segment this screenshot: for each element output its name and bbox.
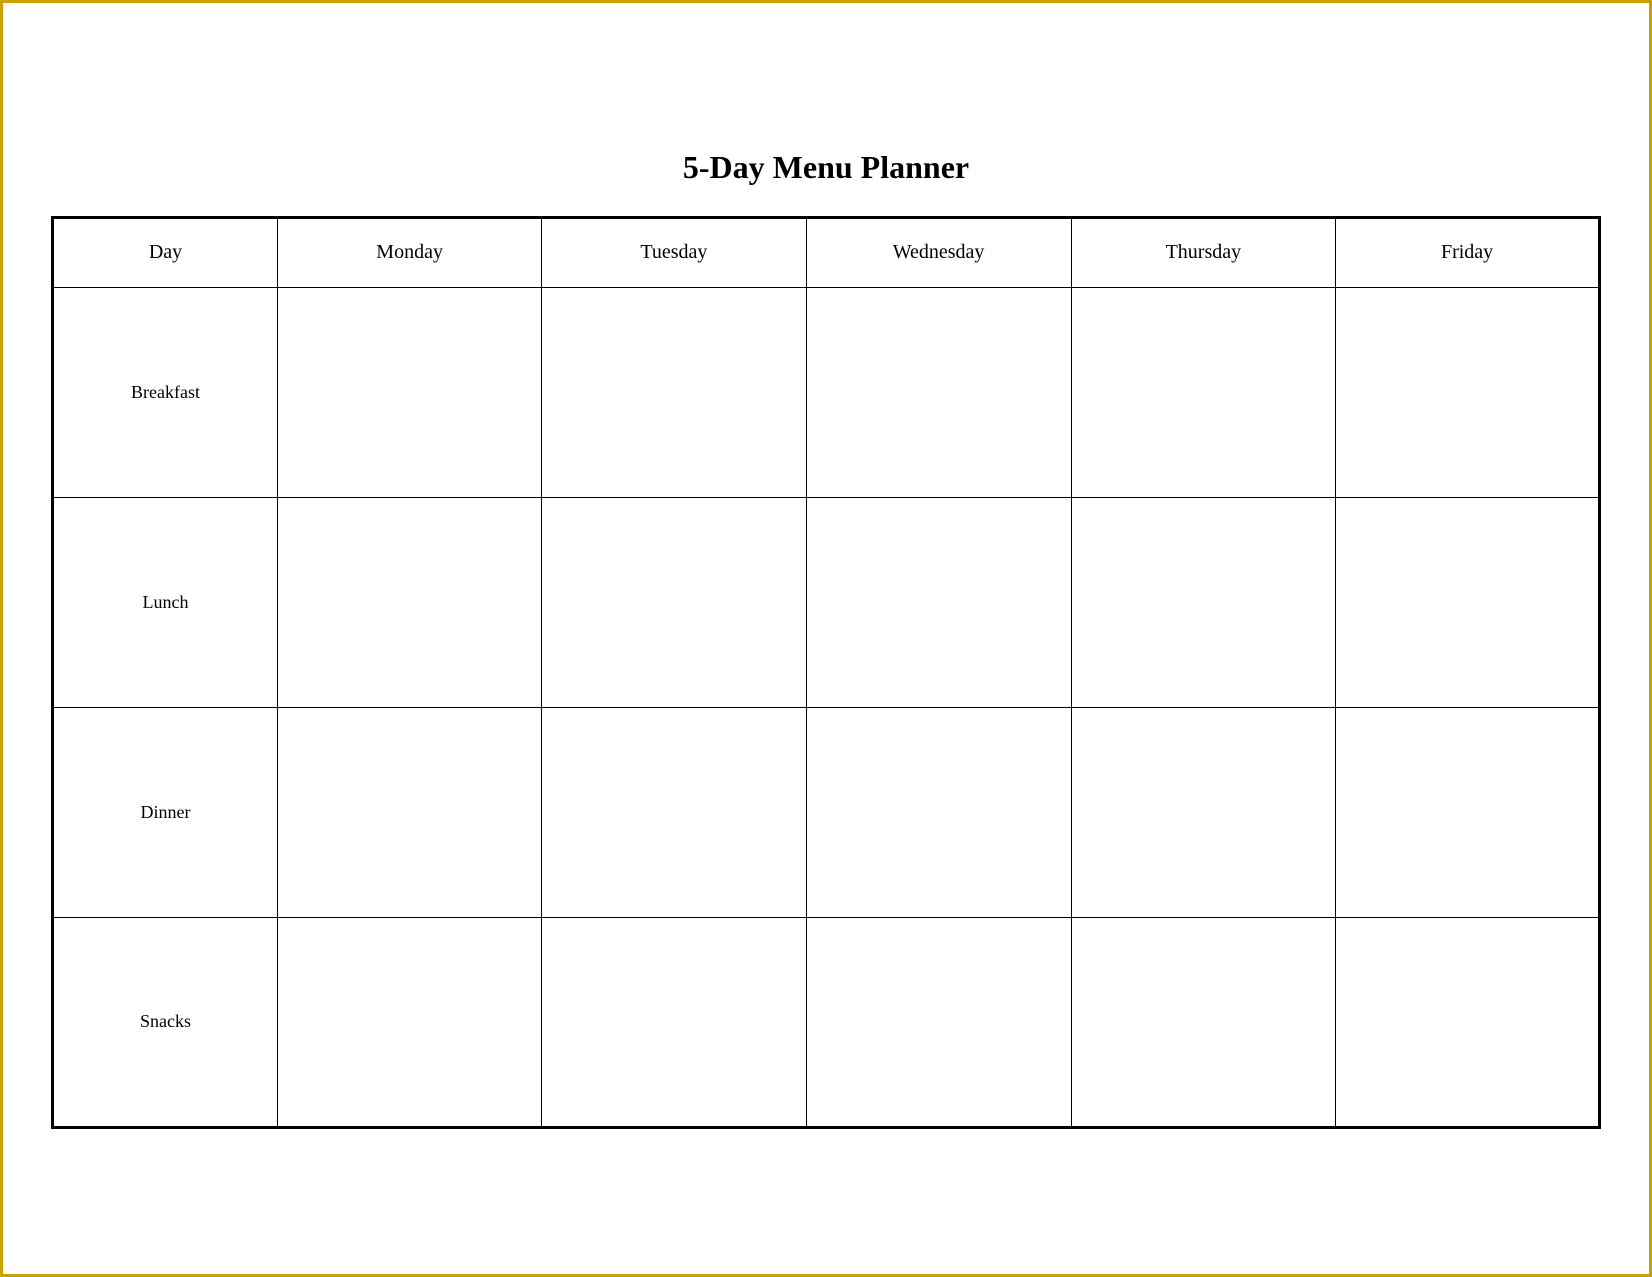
header-day: Day [53, 217, 278, 287]
cell-snacks-thursday[interactable] [1071, 917, 1336, 1127]
cell-snacks-tuesday[interactable] [542, 917, 806, 1127]
cell-snacks-monday[interactable] [278, 917, 542, 1127]
header-wednesday: Wednesday [806, 217, 1071, 287]
cell-dinner-wednesday[interactable] [806, 707, 1071, 917]
cell-dinner-thursday[interactable] [1071, 707, 1336, 917]
cell-lunch-thursday[interactable] [1071, 497, 1336, 707]
cell-breakfast-thursday[interactable] [1071, 287, 1336, 497]
planner-table: Day Monday Tuesday Wednesday Thursday Fr… [51, 216, 1601, 1129]
cell-lunch-wednesday[interactable] [806, 497, 1071, 707]
cell-dinner-friday[interactable] [1336, 707, 1600, 917]
meal-row: Breakfast [53, 287, 1600, 497]
header-thursday: Thursday [1071, 217, 1336, 287]
header-row: Day Monday Tuesday Wednesday Thursday Fr… [53, 217, 1600, 287]
header-tuesday: Tuesday [542, 217, 806, 287]
meal-label-dinner: Dinner [53, 707, 278, 917]
cell-breakfast-wednesday[interactable] [806, 287, 1071, 497]
header-friday: Friday [1336, 217, 1600, 287]
meal-label-snacks: Snacks [53, 917, 278, 1127]
meal-label-breakfast: Breakfast [53, 287, 278, 497]
meal-label-lunch: Lunch [53, 497, 278, 707]
cell-lunch-monday[interactable] [278, 497, 542, 707]
cell-lunch-tuesday[interactable] [542, 497, 806, 707]
header-monday: Monday [278, 217, 542, 287]
page-container: 5-Day Menu Planner Day Monday Tuesday We… [51, 149, 1601, 1129]
cell-snacks-friday[interactable] [1336, 917, 1600, 1127]
cell-breakfast-tuesday[interactable] [542, 287, 806, 497]
cell-snacks-wednesday[interactable] [806, 917, 1071, 1127]
cell-breakfast-monday[interactable] [278, 287, 542, 497]
cell-dinner-monday[interactable] [278, 707, 542, 917]
cell-breakfast-friday[interactable] [1336, 287, 1600, 497]
cell-dinner-tuesday[interactable] [542, 707, 806, 917]
page-title: 5-Day Menu Planner [683, 149, 969, 186]
meal-row: Snacks [53, 917, 1600, 1127]
cell-lunch-friday[interactable] [1336, 497, 1600, 707]
meal-row: Dinner [53, 707, 1600, 917]
meal-row: Lunch [53, 497, 1600, 707]
